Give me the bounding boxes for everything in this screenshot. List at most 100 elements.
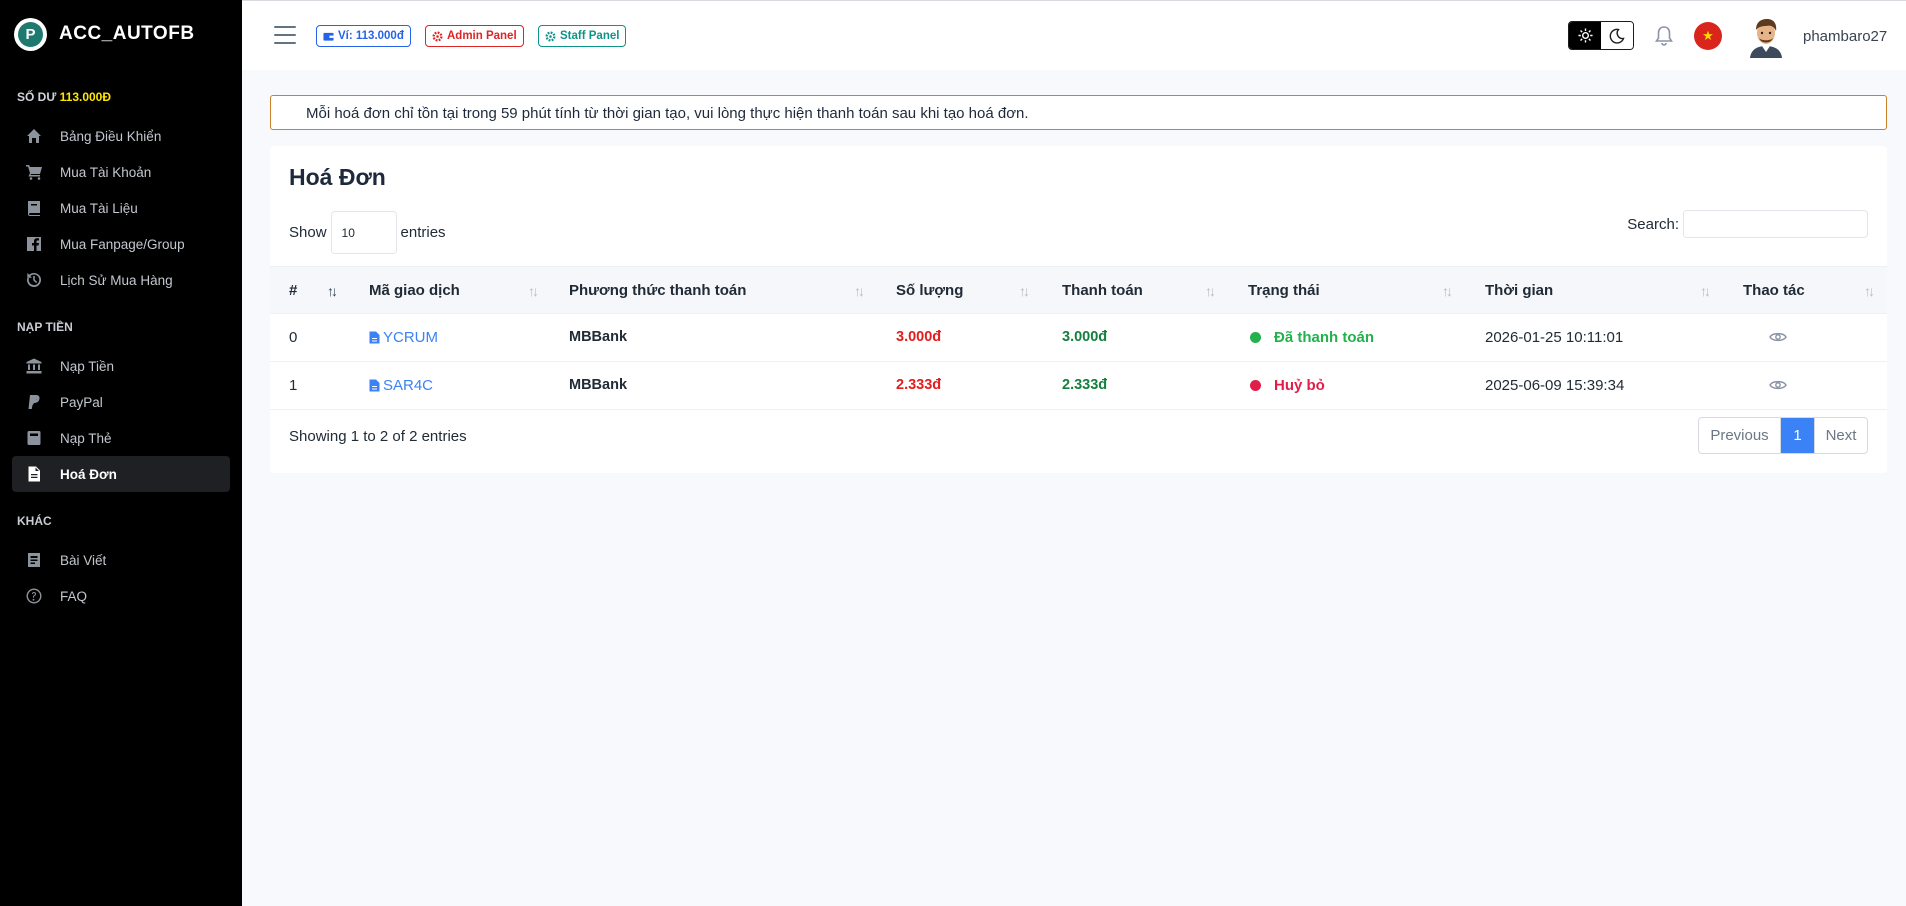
transaction-code-link[interactable]: SAR4C xyxy=(369,377,433,394)
column-header-amount[interactable]: Số lượng xyxy=(896,282,963,299)
sidebar-item-label: Nạp Tiền xyxy=(60,358,115,374)
gear-icon xyxy=(545,30,556,42)
entries-label: entries xyxy=(400,224,446,241)
sort-icon[interactable]: ↑↓ xyxy=(1700,283,1711,299)
status-text: Huỷ bỏ xyxy=(1274,377,1325,394)
file-icon xyxy=(369,379,380,392)
row-time: 2026-01-25 10:11:01 xyxy=(1485,329,1624,346)
sidebar-item-invoice[interactable]: Hoá Đơn xyxy=(12,456,230,492)
status-dot xyxy=(1250,332,1261,343)
sidebar-item-blog[interactable]: Bài Viết xyxy=(12,542,230,578)
column-header-index[interactable]: # xyxy=(289,282,297,299)
next-page-button[interactable]: Next xyxy=(1814,418,1867,453)
eye-icon[interactable] xyxy=(1769,330,1787,344)
cart-icon xyxy=(26,165,42,180)
wallet-chip[interactable]: Ví: 113.000đ xyxy=(316,25,411,47)
entries-length-control: Show 10 entries xyxy=(289,211,446,254)
status-text: Đã thanh toán xyxy=(1274,329,1374,346)
sort-icon[interactable]: ↑↓ xyxy=(1205,283,1216,299)
sort-asc-icon[interactable]: ↑↓ xyxy=(327,283,338,299)
book-icon xyxy=(28,201,40,216)
bank-icon xyxy=(26,358,42,374)
staff-panel-button[interactable]: Staff Panel xyxy=(538,25,627,47)
bell-icon[interactable] xyxy=(1654,25,1674,47)
status-badge: Đã thanh toán xyxy=(1250,329,1374,346)
table-info: Showing 1 to 2 of 2 entries xyxy=(289,428,467,445)
sidebar-deposit-nav: Nạp Tiền PayPal Nạp Thẻ Hoá Đơn xyxy=(0,348,242,492)
admin-panel-button[interactable]: Admin Panel xyxy=(425,25,524,47)
amount: 3.000đ xyxy=(896,329,942,345)
brand-logo: P xyxy=(14,17,47,51)
sidebar-item-label: Nạp Thẻ xyxy=(60,430,112,446)
avatar[interactable] xyxy=(1746,16,1786,58)
row-time: 2025-06-09 15:39:34 xyxy=(1485,377,1625,394)
sidebar-item-label: Mua Tài Liệu xyxy=(60,200,138,216)
paypal-icon xyxy=(28,395,40,409)
sort-icon[interactable]: ↑↓ xyxy=(1864,283,1875,299)
sidebar-item-label: Lịch Sử Mua Hàng xyxy=(60,272,173,288)
sidebar-item-buy-fanpage[interactable]: Mua Fanpage/Group xyxy=(12,226,230,262)
row-index: 1 xyxy=(289,377,298,394)
status-badge: Huỷ bỏ xyxy=(1250,377,1325,394)
sidebar-item-topup-card[interactable]: Nạp Thẻ xyxy=(12,420,230,456)
theme-toggle[interactable] xyxy=(1568,21,1634,50)
admin-panel-label: Admin Panel xyxy=(447,30,517,42)
entries-length-select[interactable]: 10 xyxy=(330,211,397,254)
sidebar-item-dashboard[interactable]: Bảng Điều Khiển xyxy=(12,118,230,154)
row-index: 0 xyxy=(289,329,298,346)
column-header-time[interactable]: Thời gian xyxy=(1485,282,1553,299)
pagination: Previous 1 Next xyxy=(1698,417,1868,454)
vietnam-flag-icon[interactable]: ★ xyxy=(1694,22,1722,50)
search-input[interactable] xyxy=(1683,210,1868,238)
topbar: Ví: 113.000đ Admin Panel Staff Panel ★ p… xyxy=(242,0,1906,70)
light-mode-button[interactable] xyxy=(1569,22,1601,49)
search-label: Search: xyxy=(1627,215,1679,233)
menu-toggle-icon[interactable] xyxy=(274,26,296,50)
section-title-other: KHÁC xyxy=(17,514,52,528)
balance-amount: 113.000Đ xyxy=(59,90,112,104)
sidebar-item-buy-document[interactable]: Mua Tài Liệu xyxy=(12,190,230,226)
page-title: Hoá Đơn xyxy=(289,164,386,190)
sort-icon[interactable]: ↑↓ xyxy=(528,283,539,299)
column-header-action[interactable]: Thao tác xyxy=(1743,282,1805,299)
history-icon xyxy=(27,272,42,287)
dark-mode-button[interactable] xyxy=(1601,22,1633,49)
column-header-method[interactable]: Phương thức thanh toán xyxy=(569,282,746,299)
username[interactable]: phambaro27 xyxy=(1803,28,1887,45)
sidebar-item-label: Mua Tài Khoản xyxy=(60,164,152,180)
page-1-button[interactable]: 1 xyxy=(1781,418,1814,453)
table-header: # ↑↓ Mã giao dịch ↑↓ Phương thức thanh t… xyxy=(270,266,1887,314)
home-icon xyxy=(27,129,41,143)
facebook-icon xyxy=(27,237,41,251)
sidebar-main-nav: Bảng Điều Khiển Mua Tài Khoản Mua Tài Li… xyxy=(0,118,242,298)
blog-icon xyxy=(28,553,40,567)
column-header-paid[interactable]: Thanh toán xyxy=(1062,282,1143,299)
brand-logo-letter: P xyxy=(18,21,43,47)
eye-icon[interactable] xyxy=(1769,378,1787,392)
sort-icon[interactable]: ↑↓ xyxy=(1442,283,1453,299)
sidebar-item-label: PayPal xyxy=(60,394,103,410)
question-icon xyxy=(26,588,42,604)
sidebar-item-deposit[interactable]: Nạp Tiền xyxy=(12,348,230,384)
table-row: 1 SAR4C MBBank 2.333đ 2.333đ Huỷ bỏ 2025… xyxy=(270,362,1887,410)
sidebar-item-purchase-history[interactable]: Lịch Sử Mua Hàng xyxy=(12,262,230,298)
wallet-icon xyxy=(323,32,334,41)
sidebar-item-paypal[interactable]: PayPal xyxy=(12,384,230,420)
brand[interactable]: P ACC_AUTOFB xyxy=(0,0,242,68)
column-header-status[interactable]: Trạng thái xyxy=(1248,282,1320,299)
transaction-code-link[interactable]: YCRUM xyxy=(369,329,438,346)
payment-method: MBBank xyxy=(569,377,628,393)
sort-icon[interactable]: ↑↓ xyxy=(1019,283,1030,299)
payment-method: MBBank xyxy=(569,329,628,345)
previous-page-button[interactable]: Previous xyxy=(1699,418,1781,453)
invoice-icon xyxy=(28,466,40,482)
sidebar-item-faq[interactable]: FAQ xyxy=(12,578,230,614)
transaction-code: YCRUM xyxy=(383,329,438,346)
moon-icon xyxy=(1609,28,1625,44)
sort-icon[interactable]: ↑↓ xyxy=(854,283,865,299)
sidebar-item-label: Mua Fanpage/Group xyxy=(60,236,185,252)
invoice-table: # ↑↓ Mã giao dịch ↑↓ Phương thức thanh t… xyxy=(270,266,1887,410)
gear-icon xyxy=(432,30,443,42)
sidebar-item-buy-account[interactable]: Mua Tài Khoản xyxy=(12,154,230,190)
column-header-code[interactable]: Mã giao dịch xyxy=(369,282,460,299)
